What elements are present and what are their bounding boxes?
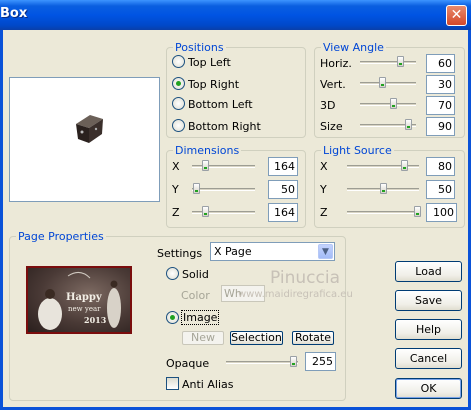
help-button[interactable]: Help <box>395 319 462 340</box>
radio-top-right-label: Top Right <box>188 78 240 91</box>
view-angle-legend: View Angle <box>321 41 386 54</box>
light-x-slider-thumb[interactable] <box>401 160 408 171</box>
dim-y-slider[interactable] <box>192 188 255 191</box>
opaque-label: Opaque <box>166 357 210 370</box>
anti-alias-checkbox[interactable] <box>166 377 179 390</box>
box-preview-image <box>76 115 103 143</box>
light-z-slider[interactable] <box>347 211 419 214</box>
thumbnail-text-year: 2013 <box>84 315 107 325</box>
vert-slider-thumb[interactable] <box>379 77 386 88</box>
settings-label: Settings <box>157 247 203 260</box>
new-button[interactable]: New <box>182 331 224 345</box>
opaque-slider-thumb[interactable] <box>290 356 297 367</box>
radio-solid-label: Solid <box>182 268 209 281</box>
3d-label: 3D <box>320 99 336 112</box>
cancel-button[interactable]: Cancel <box>395 348 462 369</box>
rotate-button[interactable]: Rotate <box>292 331 334 345</box>
horiz-slider[interactable] <box>360 61 416 64</box>
positions-legend: Positions <box>173 41 226 54</box>
close-icon: ✕ <box>450 7 463 23</box>
title-bar[interactable]: Box ✕ <box>0 0 471 30</box>
settings-dropdown-value: X Page <box>214 245 252 258</box>
dim-y-value[interactable]: 50 <box>268 180 298 199</box>
dim-y-slider-thumb[interactable] <box>193 183 200 194</box>
vert-slider[interactable] <box>360 82 416 85</box>
radio-bottom-right-label: Bottom Right <box>188 120 261 133</box>
ok-button[interactable]: OK <box>395 378 462 399</box>
anti-alias-label: Anti Alias <box>182 378 234 391</box>
vert-value[interactable]: 30 <box>426 75 455 94</box>
horiz-value[interactable]: 60 <box>426 54 455 73</box>
light-x-slider[interactable] <box>347 165 419 168</box>
opaque-slider[interactable] <box>226 361 298 364</box>
dim-z-label: Z <box>172 206 180 219</box>
thumbnail-text-happy: Happy <box>66 292 102 303</box>
load-button[interactable]: Load <box>395 261 462 282</box>
watermark-name: Pinuccia <box>270 268 340 288</box>
radio-top-right[interactable] <box>172 77 185 90</box>
dim-x-label: X <box>172 160 180 173</box>
light-z-slider-thumb[interactable] <box>414 206 421 217</box>
radio-top-left-label: Top Left <box>188 56 231 69</box>
settings-dropdown[interactable]: X Page ▼ <box>210 242 335 261</box>
selection-button[interactable]: Selection <box>230 331 283 345</box>
light-y-slider-thumb[interactable] <box>380 183 387 194</box>
light-z-value[interactable]: 100 <box>426 203 457 222</box>
size-value[interactable]: 90 <box>426 117 455 136</box>
dim-z-value[interactable]: 164 <box>268 203 298 222</box>
dim-z-slider-thumb[interactable] <box>202 206 209 217</box>
radio-bottom-left-label: Bottom Left <box>188 98 253 111</box>
watermark-url: www.maidiregrafica.eu <box>238 289 353 300</box>
page-image-thumbnail: Happy new year 2013 <box>26 266 132 334</box>
radio-bottom-left[interactable] <box>172 97 185 110</box>
box-dialog: Box ✕ Positions Top Left Top Right Botto… <box>0 0 471 410</box>
chevron-down-icon[interactable]: ▼ <box>318 244 333 259</box>
light-y-value[interactable]: 50 <box>426 180 455 199</box>
save-button[interactable]: Save <box>395 290 462 311</box>
close-button[interactable]: ✕ <box>446 5 467 26</box>
window-title: Box <box>0 6 28 21</box>
radio-image-label: Image <box>181 310 220 325</box>
dim-y-label: Y <box>172 183 179 196</box>
light-z-label: Z <box>320 206 328 219</box>
dim-x-slider-thumb[interactable] <box>202 160 209 171</box>
radio-solid[interactable] <box>166 267 179 280</box>
thumbnail-text-newyear: new year <box>68 305 101 313</box>
dimensions-legend: Dimensions <box>173 144 242 157</box>
box-preview <box>9 77 160 202</box>
horiz-label: Horiz. <box>320 57 352 70</box>
opaque-value[interactable]: 255 <box>305 352 336 371</box>
radio-image[interactable] <box>166 311 179 324</box>
radio-bottom-right[interactable] <box>172 119 185 132</box>
size-slider-thumb[interactable] <box>405 119 412 130</box>
light-y-label: Y <box>320 183 327 196</box>
size-label: Size <box>320 120 343 133</box>
radio-top-left[interactable] <box>172 55 185 68</box>
dim-x-value[interactable]: 164 <box>268 157 298 176</box>
page-properties-legend: Page Properties <box>16 230 106 243</box>
window-frame-left <box>0 30 3 410</box>
vert-label: Vert. <box>320 78 346 91</box>
3d-slider[interactable] <box>360 103 416 106</box>
3d-slider-thumb[interactable] <box>390 98 397 109</box>
color-label: Color <box>181 289 210 302</box>
horiz-slider-thumb[interactable] <box>397 56 404 67</box>
light-x-value[interactable]: 80 <box>426 157 455 176</box>
light-x-label: X <box>320 160 328 173</box>
light-source-legend: Light Source <box>321 144 394 157</box>
3d-value[interactable]: 70 <box>426 96 455 115</box>
